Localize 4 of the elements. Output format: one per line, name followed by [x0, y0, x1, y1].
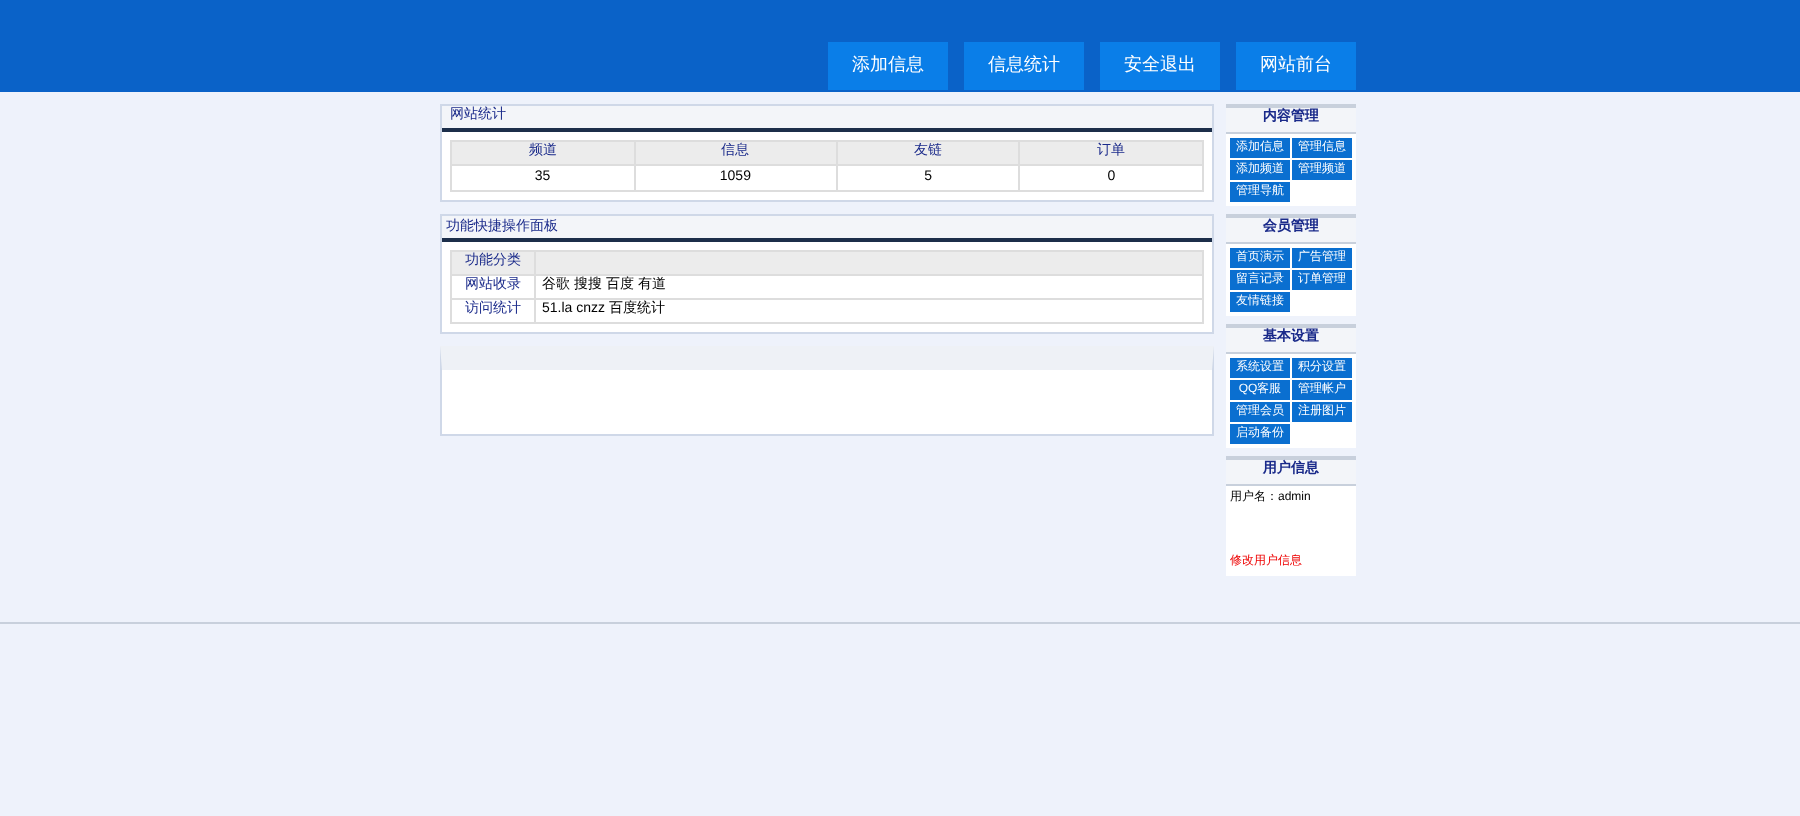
nav-button[interactable]: 网站前台 [1236, 42, 1356, 90]
nav-button[interactable]: 安全退出 [1100, 42, 1220, 90]
nav-button[interactable]: 添加信息 [828, 42, 948, 90]
nav-button[interactable]: 信息统计 [964, 42, 1084, 90]
